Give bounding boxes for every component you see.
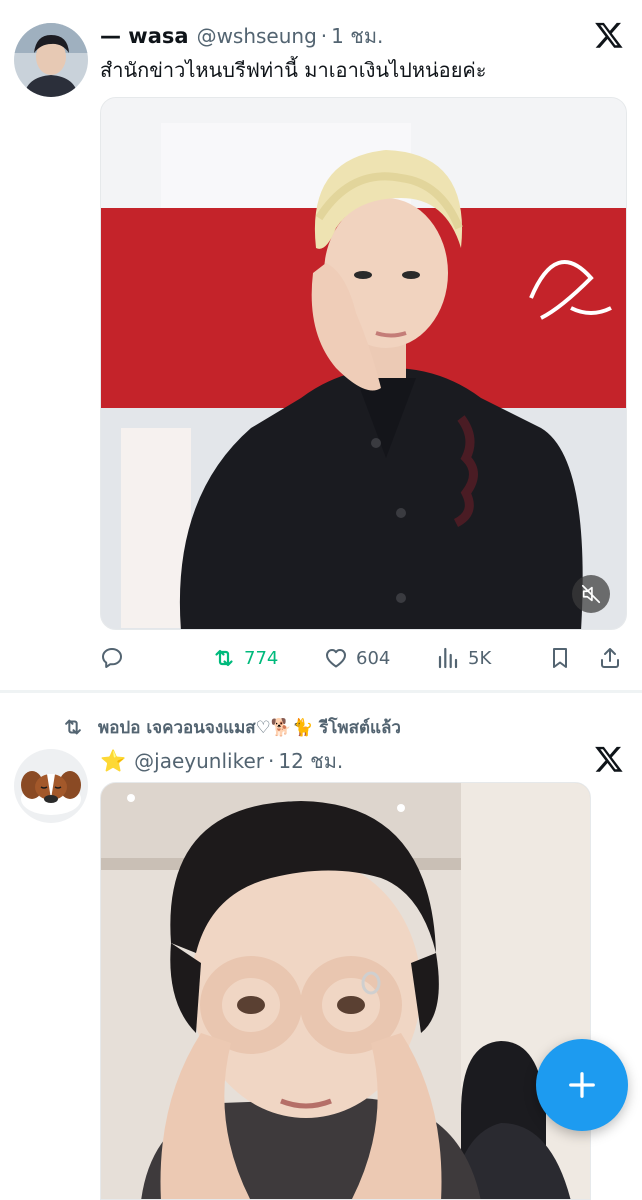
tweet-text: สำนักข่าวไหนบรีฟท่านี้ มาเอาเงินไปหน่อยค… [100,58,487,82]
tweet-1[interactable]: — wasa @wshseung · 1 ชม. สำนักข่าวไหนบรี… [0,0,642,690]
like-button[interactable]: 604 [324,640,390,676]
timestamp[interactable]: 12 ชม. [278,745,343,777]
views-icon [438,647,458,669]
reply-button[interactable] [100,640,132,676]
separator-dot: · [267,749,275,773]
heart-icon [326,649,346,668]
display-name[interactable]: ⭐ [100,749,126,774]
compose-plus-icon [569,1072,595,1098]
separator-dot: · [320,24,328,48]
tweet-actions: 774 604 5K [100,640,626,676]
retweet-button[interactable]: 774 [212,640,278,676]
share-button[interactable] [598,640,622,676]
views-count: 5K [468,647,492,669]
repost-text: พอปอ เจควอนจงแมส♡🐕🐈 รีโพสต์แล้ว [98,717,401,738]
x-logo-icon[interactable] [594,20,624,50]
like-count: 604 [356,647,391,669]
share-icon [601,648,619,668]
retweet-count: 774 [244,647,279,669]
display-name[interactable]: — wasa [100,24,189,48]
repost-indicator[interactable]: พอปอ เจควอนจงแมส♡🐕🐈 รีโพสต์แล้ว [62,712,401,742]
retweet-icon [215,649,233,667]
video-frame [101,98,626,629]
timestamp[interactable]: 1 ชม. [331,20,383,52]
tweet-video[interactable] [100,97,627,630]
tweet-header: — wasa @wshseung · 1 ชม. [100,20,582,52]
avatar[interactable] [14,749,88,823]
avatar[interactable] [14,23,88,97]
bookmark-button[interactable] [548,640,572,676]
handle[interactable]: @wshseung [197,24,317,48]
photo-frame [101,783,590,1199]
compose-button[interactable] [536,1039,628,1131]
mute-icon [581,584,601,604]
mute-button[interactable] [572,575,610,613]
tweet-photo[interactable] [100,782,591,1200]
views-button[interactable]: 5K [436,640,491,676]
x-logo-icon[interactable] [594,744,624,774]
reply-icon [102,648,122,668]
handle[interactable]: @jaeyunliker [134,749,264,773]
bookmark-icon [553,648,567,668]
retweet-icon [65,719,81,735]
tweet-header: ⭐ @jaeyunliker · 12 ชม. [100,745,582,777]
